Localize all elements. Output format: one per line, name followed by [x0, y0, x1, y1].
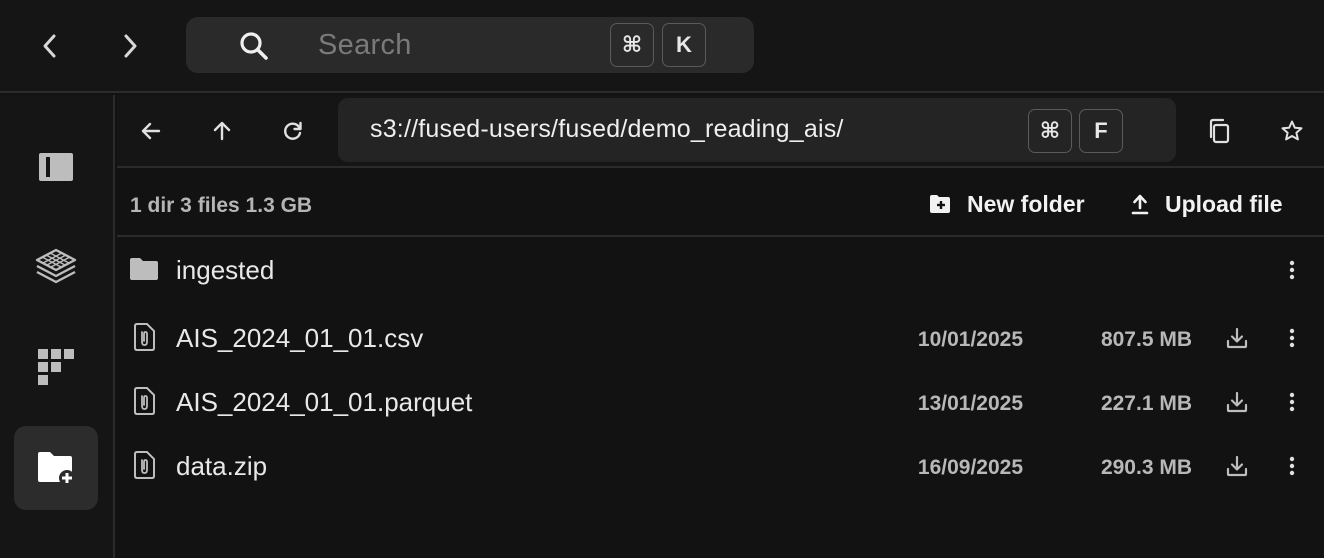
file-name[interactable]: ingested — [176, 255, 274, 286]
refresh-button[interactable] — [275, 113, 311, 149]
folder-plus-icon — [930, 195, 950, 213]
download-icon — [1226, 391, 1248, 413]
list-item-folder[interactable]: ingested — [117, 239, 1324, 301]
back-button[interactable] — [30, 26, 70, 66]
download-button[interactable] — [1220, 385, 1254, 419]
arrow-left-icon — [141, 122, 161, 140]
folder-icon — [129, 254, 159, 284]
file-date: 13/01/2025 — [917, 392, 1023, 415]
path-text[interactable]: s3://fused-users/fused/demo_reading_ais/ — [370, 115, 844, 144]
more-options-button[interactable] — [1277, 253, 1307, 287]
more-options-button[interactable] — [1277, 449, 1307, 483]
file-date: 10/01/2025 — [917, 328, 1023, 351]
upload-file-label: Upload file — [1165, 190, 1283, 217]
file-icon — [129, 450, 159, 480]
file-size: 807.5 MB — [1100, 328, 1192, 351]
file-name[interactable]: data.zip — [176, 451, 267, 482]
copy-icon — [1209, 118, 1230, 144]
forward-button[interactable] — [110, 26, 150, 66]
more-vertical-icon — [1289, 328, 1295, 348]
star-icon — [1281, 120, 1303, 141]
top-bar: Search ⌘ K — [0, 0, 1324, 93]
left-sidebar — [0, 95, 115, 558]
path-input[interactable]: s3://fused-users/fused/demo_reading_ais/… — [338, 98, 1176, 162]
new-folder-button[interactable]: New folder — [929, 189, 1085, 219]
download-icon — [1226, 327, 1248, 349]
shortcut-key-cmd: ⌘ — [610, 23, 654, 67]
file-name[interactable]: AIS_2024_01_01.parquet — [176, 387, 472, 418]
arrow-up-icon — [213, 121, 231, 141]
search-icon — [238, 30, 270, 62]
path-back-button[interactable] — [133, 113, 169, 149]
file-size: 227.1 MB — [1100, 392, 1192, 415]
path-up-button[interactable] — [204, 113, 240, 149]
more-vertical-icon — [1289, 392, 1295, 412]
download-button[interactable] — [1220, 449, 1254, 483]
list-item-file[interactable]: AIS_2024_01_01.parquet 13/01/2025 227.1 … — [117, 371, 1324, 433]
favorite-button[interactable] — [1274, 113, 1310, 149]
download-icon — [1226, 455, 1248, 477]
file-name[interactable]: AIS_2024_01_01.csv — [176, 323, 423, 354]
more-options-button[interactable] — [1277, 321, 1307, 355]
shortcut-key-cmd: ⌘ — [1028, 109, 1072, 153]
chevron-right-icon — [124, 34, 137, 58]
copy-path-button[interactable] — [1201, 113, 1237, 149]
file-icon — [129, 386, 159, 416]
new-folder-label: New folder — [967, 190, 1085, 217]
upload-icon — [1131, 194, 1149, 215]
file-icon — [129, 322, 159, 352]
sidebar-item-panel[interactable] — [14, 125, 98, 209]
sidebar-item-layers[interactable] — [14, 225, 98, 309]
search-bar[interactable]: Search ⌘ K — [186, 17, 754, 73]
more-options-button[interactable] — [1277, 385, 1307, 419]
download-button[interactable] — [1220, 321, 1254, 355]
path-bar: s3://fused-users/fused/demo_reading_ais/… — [117, 95, 1324, 168]
more-vertical-icon — [1289, 456, 1295, 476]
more-vertical-icon — [1289, 260, 1295, 280]
file-size: 290.3 MB — [1100, 456, 1192, 479]
shortcut-key-f: F — [1079, 109, 1123, 153]
layers-icon — [35, 248, 77, 284]
list-item-file[interactable]: data.zip 16/09/2025 290.3 MB — [117, 435, 1324, 497]
directory-summary-bar: 1 dir 3 files 1.3 GB New folder Upload f… — [117, 170, 1324, 237]
directory-summary: 1 dir 3 files 1.3 GB — [130, 194, 313, 217]
upload-file-button[interactable]: Upload file — [1131, 189, 1283, 219]
folder-plus-icon — [38, 452, 75, 486]
file-date: 16/09/2025 — [917, 456, 1023, 479]
refresh-icon — [284, 121, 302, 140]
list-item-file[interactable]: AIS_2024_01_01.csv 10/01/2025 807.5 MB — [117, 307, 1324, 369]
file-list: ingested AIS_2024_01_01.csv 10/01/2025 8… — [117, 239, 1324, 558]
shortcut-key-k: K — [662, 23, 706, 67]
blocks-icon — [38, 349, 74, 385]
sidebar-item-blocks[interactable] — [14, 325, 98, 409]
panel-icon — [39, 153, 73, 181]
chevron-left-icon — [43, 34, 56, 58]
sidebar-item-files[interactable] — [14, 426, 98, 510]
search-input[interactable]: Search — [318, 29, 412, 62]
